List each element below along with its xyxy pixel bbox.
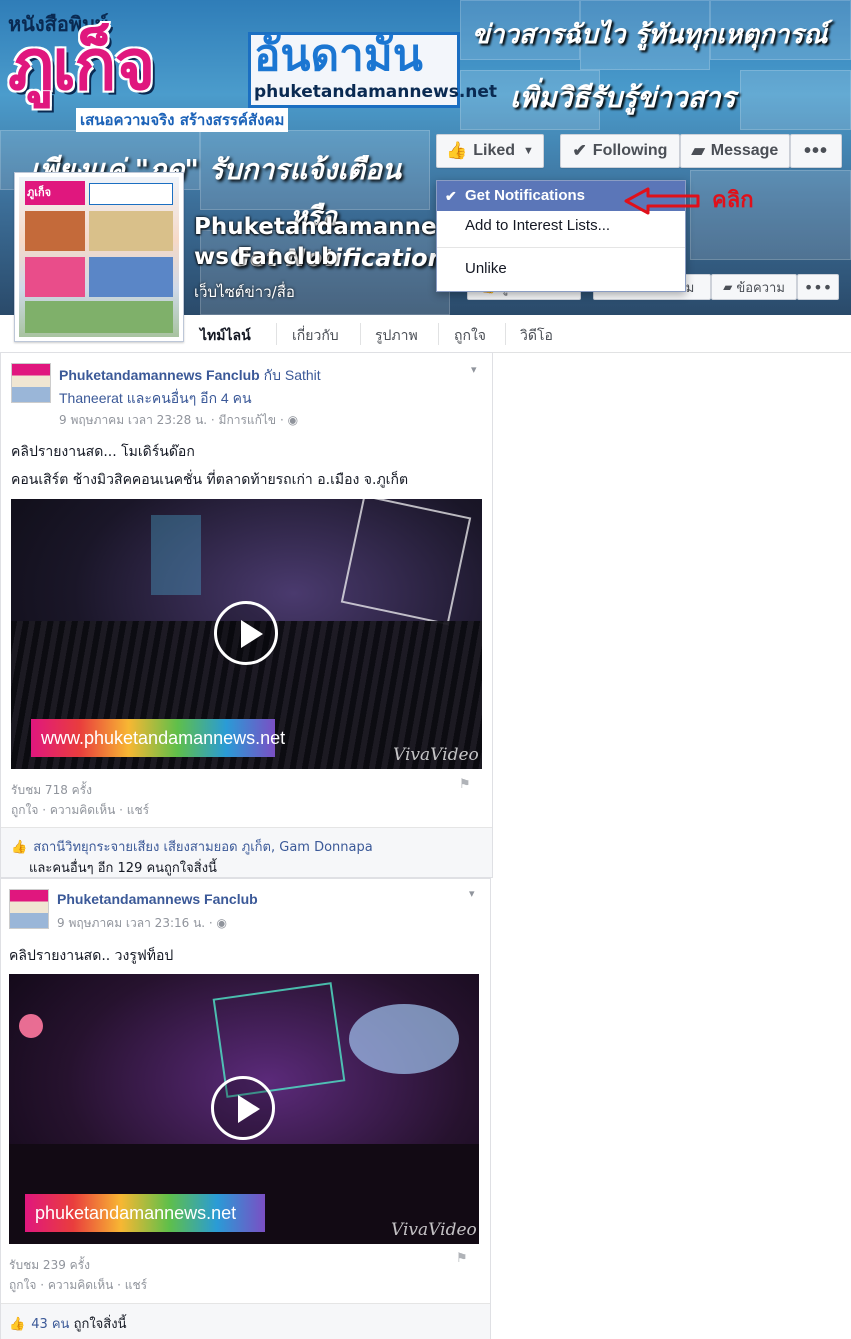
stage-light <box>349 1004 459 1074</box>
menu-item-unlike[interactable]: Unlike <box>437 254 685 284</box>
check-icon: ✔ <box>572 141 587 160</box>
profile-photo-block <box>89 211 173 251</box>
tab-timeline[interactable]: ไทม์ไลน์ <box>200 325 251 347</box>
post-tagged-people[interactable]: Thaneerat และคนอื่นๆ อีก 4 คน <box>59 388 252 410</box>
following-button[interactable]: ✔ Following <box>560 134 680 168</box>
post-actions[interactable]: ถูกใจ · ความคิดเห็น · แชร์ <box>9 1276 147 1295</box>
play-icon[interactable] <box>211 1076 275 1140</box>
post-view-count: รับชม 239 ครั้ง <box>9 1258 90 1272</box>
post-author-line: Phuketandamannews Fanclub กับ Sathit <box>59 365 459 387</box>
timeline-post: Phuketandamannews Fanclub 9 พฤษภาคม เวลา… <box>0 878 491 1339</box>
tab-divider <box>276 323 277 345</box>
post-video[interactable]: phuketandamannews.net VivaVideo <box>9 974 479 1244</box>
likes-rest: และคนอื่นๆ อีก 129 คนถูกใจสิ่งนี้ <box>29 861 217 876</box>
tab-divider <box>438 323 439 345</box>
chevron-down-icon[interactable]: ▾ <box>471 363 477 376</box>
post-video[interactable]: www.phuketandamannews.net VivaVideo <box>11 499 482 769</box>
chevron-down-icon: ▼ <box>523 145 534 157</box>
post-timestamp[interactable]: 9 พฤษภาคม เวลา 23:16 น. · ◉ <box>57 914 227 933</box>
menu-item-label: Get Notifications <box>465 187 586 204</box>
cover-headline: เพิ่มวิธีรับรู้ข่าวสาร <box>510 81 736 114</box>
more-button-th[interactable]: ••• <box>797 274 839 300</box>
liked-button[interactable]: 👍 Liked ▼ <box>436 134 544 168</box>
post-with: กับ Sathit <box>259 367 321 383</box>
post-view-count: รับชม 718 ครั้ง <box>11 783 92 797</box>
avatar[interactable] <box>11 363 51 403</box>
menu-item-label: Add to Interest Lists... <box>465 217 611 234</box>
menu-item-label: Unlike <box>465 260 507 277</box>
cover-brand-andaman: อันดามัน <box>254 30 423 81</box>
flag-icon[interactable]: ⚑ <box>456 1251 468 1266</box>
post-likes-summary: 👍 สถานีวิทยุกระจายเสียง เสียงสามยอด ภูเก็… <box>1 827 492 877</box>
video-banner: phuketandamannews.net <box>25 1194 265 1232</box>
cover-brand-url: phuketandamannews.net <box>254 82 498 102</box>
post-likes-summary: 👍 43 คน ถูกใจสิ่งนี้ <box>1 1303 490 1339</box>
profile-photo-block <box>25 301 173 333</box>
message-button[interactable]: ▰ Message <box>680 134 790 168</box>
annotation-arrow-icon <box>624 187 700 215</box>
post-timestamp[interactable]: 9 พฤษภาคม เวลา 23:28 น. · มีการแก้ไข · ◉ <box>59 411 298 430</box>
cover-tile <box>740 70 851 130</box>
timeline-post: Phuketandamannews Fanclub กับ Sathit Tha… <box>0 352 493 878</box>
tab-photos[interactable]: รูปภาพ <box>375 325 418 347</box>
tab-divider <box>505 323 506 345</box>
likes-rest: ถูกใจสิ่งนี้ <box>73 1317 127 1332</box>
more-icon: ••• <box>803 277 833 297</box>
profile-photo-block <box>89 257 173 297</box>
stage-decoration <box>340 499 472 626</box>
post-text: คลิปรายงานสด.. วงรูฟท็อป <box>9 948 174 964</box>
likes-names[interactable]: สถานีวิทยุกระจายเสียง เสียงสามยอด ภูเก็ต… <box>33 840 373 855</box>
post-author[interactable]: Phuketandamannews Fanclub <box>57 891 258 907</box>
post-actions[interactable]: ถูกใจ · ความคิดเห็น · แชร์ <box>11 801 149 820</box>
stage-screen <box>151 515 201 595</box>
thumbs-up-icon: 👍 <box>11 840 28 855</box>
flag-icon[interactable]: ⚑ <box>459 777 471 792</box>
cover-brand-logo: ภูเก็จ <box>8 24 155 106</box>
video-banner: www.phuketandamannews.net <box>31 719 285 757</box>
menu-divider <box>437 247 685 248</box>
post-text: คอนเสิร์ต ช้างมิวสิคคอนเนคชั่น ที่ตลาดท้… <box>11 472 409 488</box>
message-button-th-label: ข้อความ <box>736 280 785 296</box>
chevron-down-icon[interactable]: ▾ <box>469 887 475 900</box>
message-button-th[interactable]: ▰ ข้อความ <box>711 274 797 300</box>
profile-logo-box <box>89 183 173 205</box>
cover-brand-slogan: เสนอความจริง สร้างสรรค์สังคม <box>76 108 289 132</box>
liked-button-label: Liked <box>473 142 516 159</box>
play-icon[interactable] <box>214 601 278 665</box>
message-icon: ▰ <box>691 141 705 160</box>
tab-likes[interactable]: ถูกใจ <box>454 325 486 347</box>
stage-light <box>19 1014 43 1038</box>
tab-divider <box>360 323 361 345</box>
page-title[interactable]: Phuketandamannews Fanclub <box>194 212 454 272</box>
profile-image: ภูเก็จ <box>19 177 179 337</box>
thumbs-up-icon: 👍 <box>9 1317 26 1332</box>
post-text: คลิปรายงานสด... โมเดิร์นด๊อก <box>11 444 195 460</box>
likes-count[interactable]: 43 คน <box>31 1317 69 1332</box>
video-watermark: VivaVideo <box>391 1220 477 1240</box>
message-icon: ▰ <box>723 280 733 294</box>
following-button-label: Following <box>592 142 668 159</box>
profile-picture[interactable]: ภูเก็จ <box>14 172 184 342</box>
cover-headline: ข่าวสารฉับไว รู้ทันทุกเหตุการณ์ <box>472 20 828 50</box>
check-icon: ✔ <box>445 188 457 204</box>
avatar[interactable] <box>9 889 49 929</box>
message-button-label: Message <box>710 142 779 159</box>
video-watermark: VivaVideo <box>393 745 479 765</box>
more-icon: ••• <box>803 139 828 162</box>
tab-videos[interactable]: วิดีโอ <box>520 325 553 347</box>
post-author[interactable]: Phuketandamannews Fanclub <box>59 367 260 383</box>
tab-about[interactable]: เกี่ยวกับ <box>292 325 339 347</box>
profile-logo: ภูเก็จ <box>25 181 85 205</box>
page-category: เว็บไซต์ข่าว/สื่อ <box>194 283 295 301</box>
profile-photo-block <box>25 211 85 251</box>
annotation-label: คลิก <box>712 188 754 213</box>
thumbs-up-icon: 👍 <box>446 141 468 160</box>
more-button[interactable]: ••• <box>790 134 842 168</box>
profile-photo-block <box>25 257 85 297</box>
